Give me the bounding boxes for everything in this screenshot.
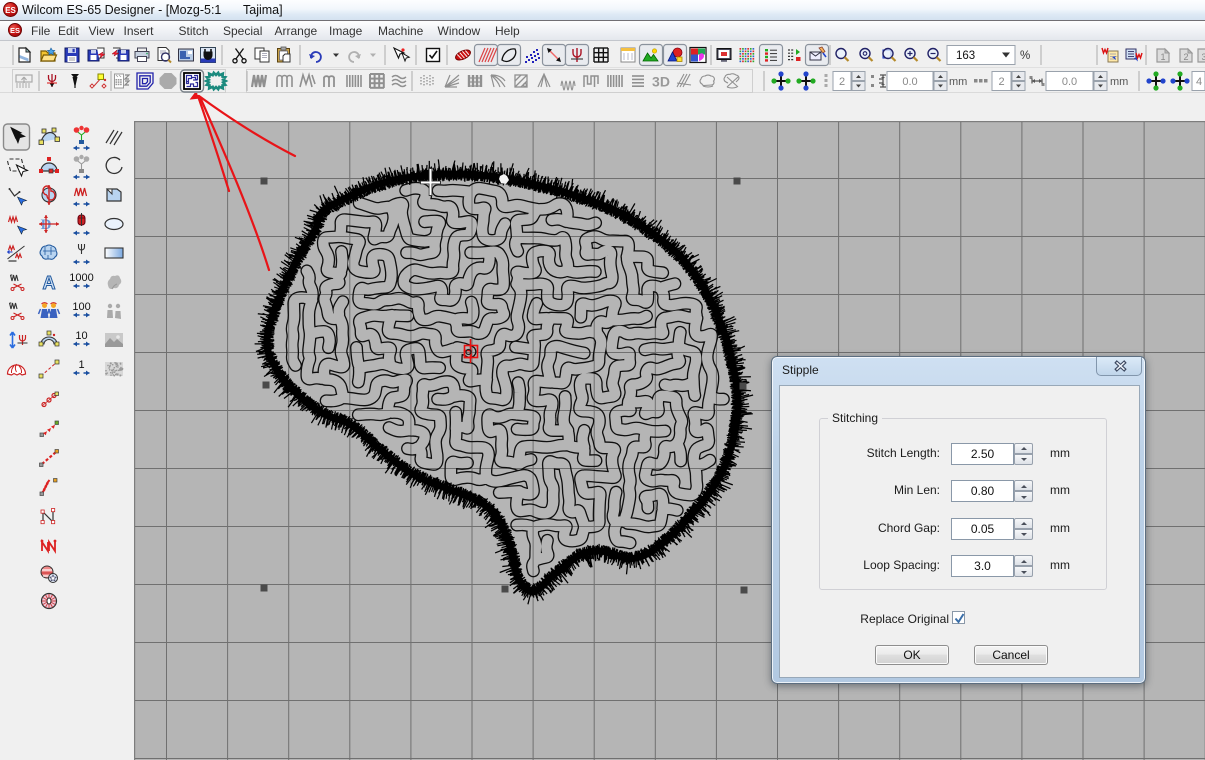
svg-text:A: A	[43, 273, 56, 293]
svg-text:1: 1	[1160, 52, 1165, 62]
svg-text:100: 100	[72, 301, 90, 313]
svg-text:mm: mm	[949, 76, 967, 88]
svg-text:3: 3	[1201, 52, 1205, 62]
svg-text:mm: mm	[1110, 76, 1128, 88]
svg-text:0.0: 0.0	[1062, 76, 1077, 88]
svg-text:0.0: 0.0	[902, 76, 917, 88]
svg-text:2: 2	[998, 76, 1004, 88]
svg-text:1: 1	[78, 359, 84, 371]
svg-text:10: 10	[75, 330, 87, 342]
svg-text:4: 4	[1196, 76, 1202, 88]
svg-text:2: 2	[839, 76, 845, 88]
svg-text:163: 163	[956, 50, 975, 62]
svg-text:2: 2	[1183, 52, 1188, 62]
svg-text:%: %	[1020, 50, 1030, 62]
svg-text:3D: 3D	[652, 74, 670, 90]
svg-text:1000: 1000	[69, 272, 93, 284]
